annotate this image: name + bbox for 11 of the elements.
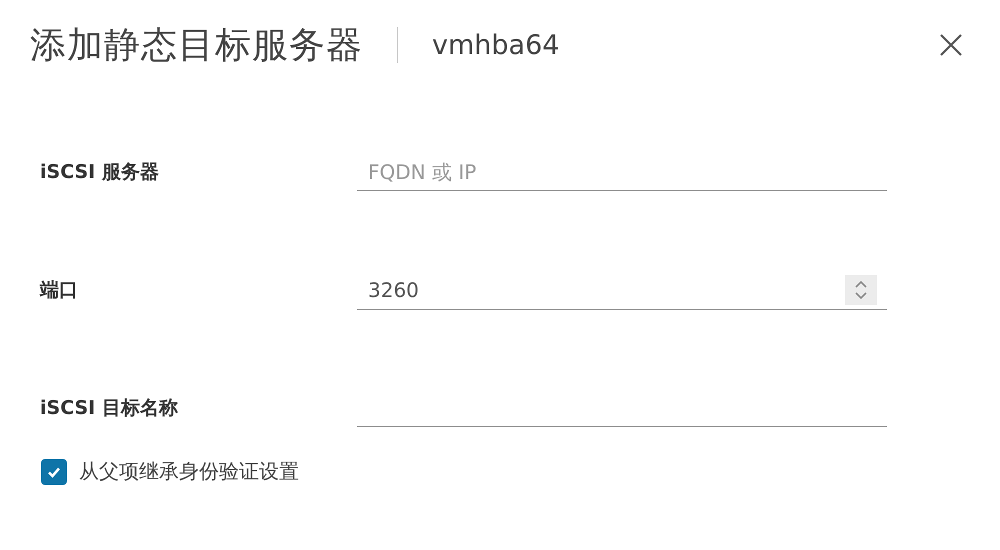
checkbox[interactable] [41,458,67,484]
field-label: iSCSI 目标名称 [40,396,179,421]
checkbox-label: 从父项继承身份验证设置 [79,458,299,485]
input-field[interactable]: FQDN 或 IP [357,153,887,191]
close-icon[interactable] [938,32,964,58]
dialog-subtitle: vmhba64 [432,30,560,60]
dialog-title: 添加静态目标服务器 [30,24,363,68]
field-label: 端口 [40,278,79,303]
spinner-icon[interactable] [845,274,877,304]
number-field[interactable]: 3260 [357,270,887,310]
field-label: iSCSI 服务器 [40,160,160,185]
